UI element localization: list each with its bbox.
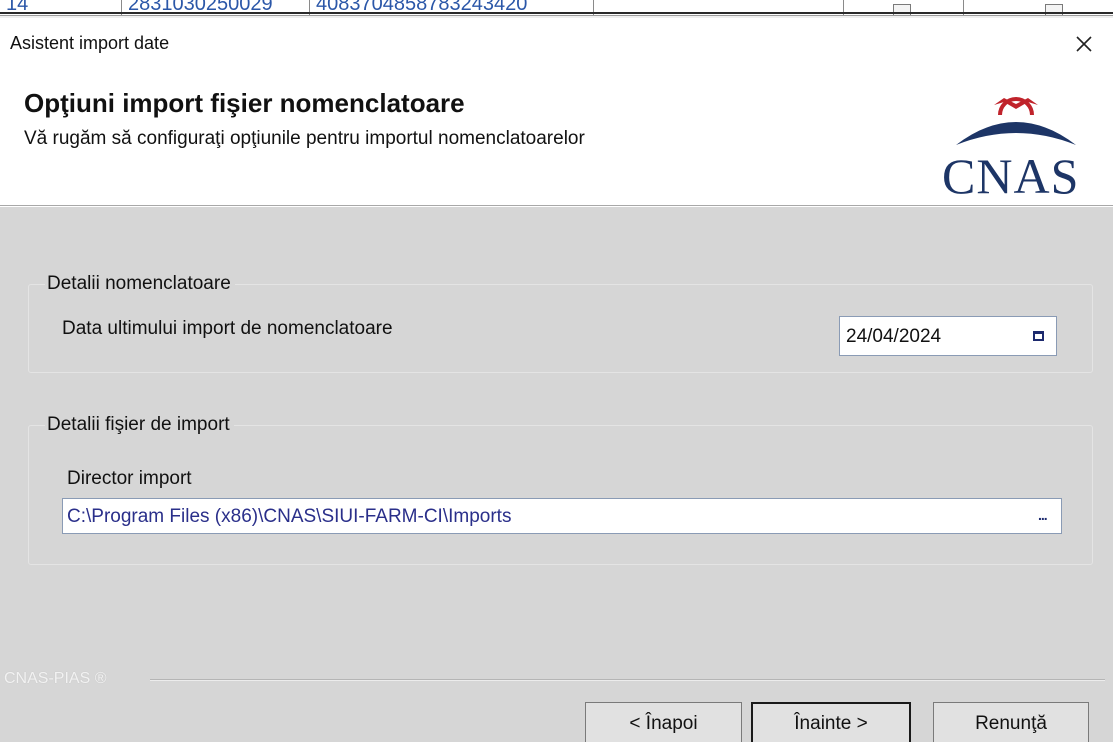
wizard-header: Opţiuni import fişier nomenclatoare Vă r…	[0, 58, 1113, 205]
cancel-button[interactable]: Renunţă	[933, 702, 1089, 742]
cnas-logo-emblem	[956, 97, 1076, 145]
last-import-date-field[interactable]: 24/04/2024	[839, 316, 1057, 356]
page-title: Opţiuni import fişier nomenclatoare	[24, 88, 465, 118]
group-legend: Detalii fişier de import	[45, 414, 234, 436]
import-directory-label: Director import	[67, 468, 192, 489]
dialog-titlebar: Asistent import date	[0, 18, 1113, 58]
import-directory-field[interactable]: C:\Program Files (x86)\CNAS\SIUI-FARM-CI…	[62, 498, 1062, 534]
next-button[interactable]: Înainte >	[751, 702, 911, 742]
dialog-title: Asistent import date	[10, 33, 170, 53]
cnas-logo-text: CNAS	[942, 148, 1080, 204]
import-wizard-dialog: Asistent import date Opţiuni import fişi…	[0, 18, 1113, 742]
background-border	[0, 12, 1113, 14]
background-checkbox	[1045, 4, 1063, 15]
cnas-logo: CNAS	[932, 93, 1092, 204]
last-import-date-label: Data ultimului import de nomenclatoare	[62, 318, 393, 339]
calendar-icon[interactable]	[1033, 331, 1044, 341]
brand-label: CNAS-PIAS ®	[4, 670, 115, 688]
nomenclature-details-group: Detalii nomenclatoare Data ultimului imp…	[28, 273, 1093, 373]
ellipsis-icon: ...	[1038, 507, 1048, 523]
group-legend: Detalii nomenclatoare	[45, 273, 235, 295]
browse-button[interactable]: ...	[1030, 499, 1061, 533]
page-subtitle: Vă rugăm să configuraţi opţiunile pentru…	[24, 128, 585, 149]
footer-separator-line	[150, 679, 1105, 681]
import-directory-value: C:\Program Files (x86)\CNAS\SIUI-FARM-CI…	[67, 506, 512, 527]
background-window-strip: 14 2831030250029 4083704858783243420	[0, 0, 1113, 16]
brand-separator: CNAS-PIAS ®	[0, 670, 1113, 690]
back-button[interactable]: < Înapoi	[585, 702, 742, 742]
close-icon[interactable]	[1071, 31, 1097, 57]
import-file-details-group: Detalii fişier de import Director import…	[28, 414, 1093, 565]
wizard-body: Detalii nomenclatoare Data ultimului imp…	[0, 207, 1113, 742]
last-import-date-value: 24/04/2024	[846, 326, 942, 347]
